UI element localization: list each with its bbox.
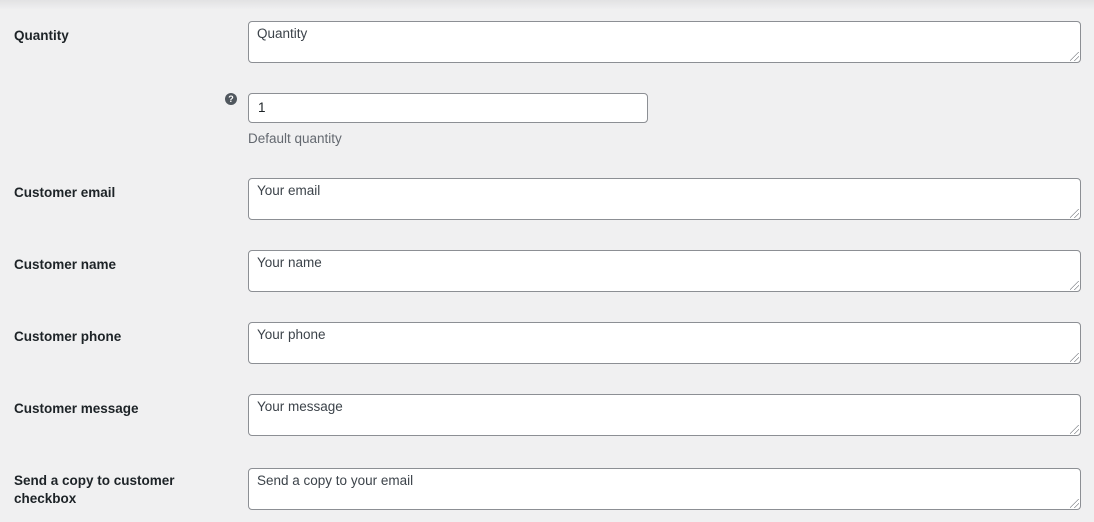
default-quantity-input[interactable]: 1 [248, 93, 648, 123]
quantity-value: Quantity [257, 26, 308, 41]
customer-message-label: Customer message [14, 401, 139, 416]
customer-email-textarea[interactable]: Your email [248, 178, 1081, 220]
customer-name-value: Your name [257, 255, 322, 270]
customer-phone-value: Your phone [257, 327, 326, 342]
quantity-textarea[interactable]: Quantity [248, 21, 1081, 63]
copy-checkbox-textarea[interactable]: Send a copy to your email [248, 468, 1081, 510]
customer-phone-label: Customer phone [14, 329, 122, 344]
resize-handle-icon[interactable] [1070, 499, 1079, 508]
copy-checkbox-value: Send a copy to your email [257, 473, 414, 488]
customer-email-label: Customer email [14, 185, 116, 200]
resize-handle-icon[interactable] [1070, 353, 1079, 362]
default-quantity-value: 1 [258, 100, 266, 115]
copy-checkbox-label: Send a copy to customer checkbox [14, 473, 175, 506]
default-quantity-description: Default quantity [248, 131, 342, 146]
resize-handle-icon[interactable] [1070, 425, 1079, 434]
help-icon[interactable]: ? [225, 93, 237, 105]
quantity-label: Quantity [14, 28, 69, 43]
customer-phone-textarea[interactable]: Your phone [248, 322, 1081, 364]
customer-email-value: Your email [257, 183, 321, 198]
customer-message-textarea[interactable]: Your message [248, 394, 1081, 436]
resize-handle-icon[interactable] [1070, 209, 1079, 218]
resize-handle-icon[interactable] [1070, 281, 1079, 290]
top-shadow [0, 0, 1094, 10]
customer-message-value: Your message [257, 399, 343, 414]
customer-name-label: Customer name [14, 257, 117, 272]
customer-name-textarea[interactable]: Your name [248, 250, 1081, 292]
resize-handle-icon[interactable] [1070, 52, 1079, 61]
